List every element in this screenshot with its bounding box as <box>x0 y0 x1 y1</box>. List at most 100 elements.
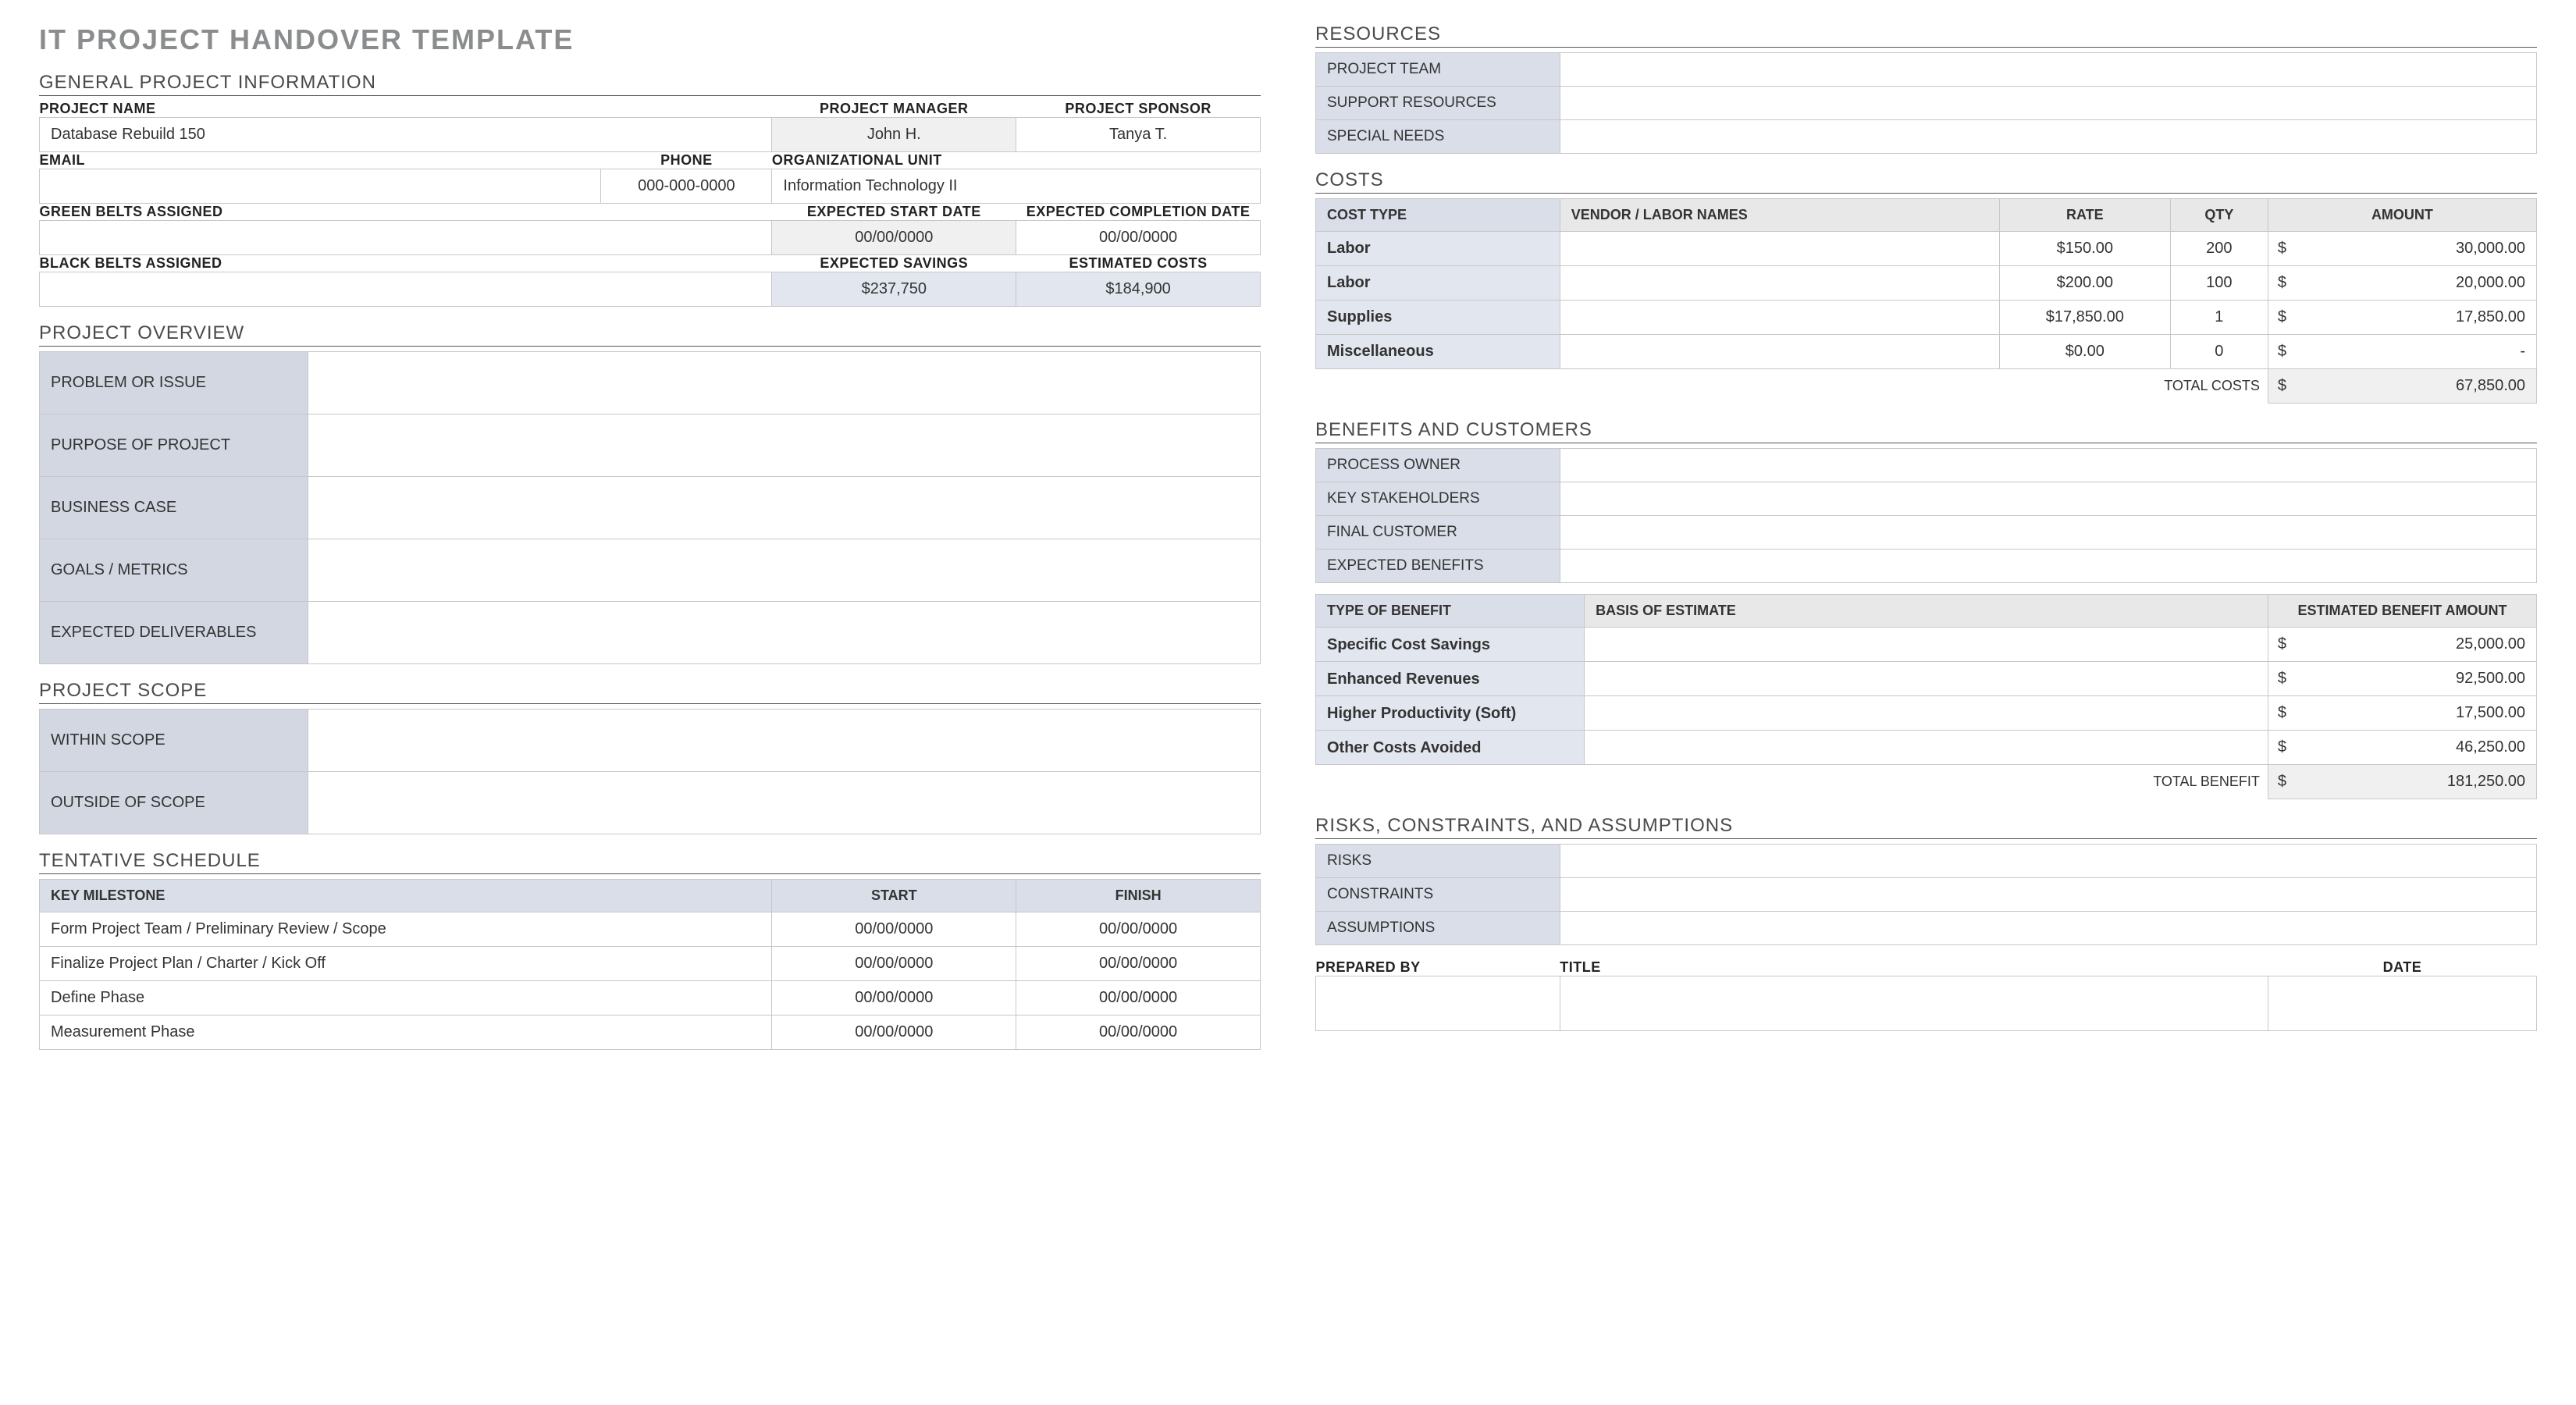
overview-row-value[interactable] <box>308 539 1261 602</box>
risks-row-value[interactable] <box>1560 878 2536 912</box>
overview-row-value[interactable] <box>308 477 1261 539</box>
cost-qty[interactable]: 1 <box>2170 301 2268 335</box>
value-est-costs[interactable]: $184,900 <box>1016 272 1261 307</box>
value-exp-start[interactable]: 00/00/0000 <box>772 221 1016 255</box>
benefit-amount[interactable]: $46,250.00 <box>2268 731 2536 765</box>
cost-rate[interactable]: $150.00 <box>1999 232 2170 266</box>
value-date[interactable] <box>2268 976 2536 1031</box>
benefits-cust-value[interactable] <box>1560 482 2536 516</box>
benefit-basis[interactable] <box>1585 731 2268 765</box>
schedule-finish[interactable]: 00/00/0000 <box>1016 981 1261 1016</box>
cost-type[interactable]: Labor <box>1316 266 1560 301</box>
overview-table: PROBLEM OR ISSUE PURPOSE OF PROJECT BUSI… <box>39 351 1261 664</box>
label-org-unit: ORGANIZATIONAL UNIT <box>772 152 1261 169</box>
benefits-hdr-amount: ESTIMATED BENEFIT AMOUNT <box>2268 595 2536 628</box>
label-est-costs: ESTIMATED COSTS <box>1016 255 1261 272</box>
schedule-milestone[interactable]: Define Phase <box>40 981 772 1016</box>
cost-vendor[interactable] <box>1560 266 1999 301</box>
cost-vendor[interactable] <box>1560 301 1999 335</box>
benefit-amount[interactable]: $17,500.00 <box>2268 696 2536 731</box>
benefit-type[interactable]: Other Costs Avoided <box>1316 731 1585 765</box>
costs-total-label: TOTAL COSTS <box>1316 369 2268 404</box>
costs-hdr-vendor: VENDOR / LABOR NAMES <box>1560 199 1999 232</box>
scope-row-label: WITHIN SCOPE <box>40 710 308 772</box>
resources-row-value[interactable] <box>1560 53 2536 87</box>
overview-row-label: PURPOSE OF PROJECT <box>40 414 308 477</box>
benefit-basis[interactable] <box>1585 696 2268 731</box>
benefit-type[interactable]: Higher Productivity (Soft) <box>1316 696 1585 731</box>
overview-row-label: EXPECTED DELIVERABLES <box>40 602 308 664</box>
cost-rate[interactable]: $0.00 <box>1999 335 2170 369</box>
label-black-belts: BLACK BELTS ASSIGNED <box>40 255 772 272</box>
cost-amount[interactable]: $20,000.00 <box>2268 266 2536 301</box>
schedule-milestone[interactable]: Finalize Project Plan / Charter / Kick O… <box>40 947 772 981</box>
value-project-name[interactable]: Database Rebuild 150 <box>40 118 772 152</box>
schedule-start[interactable]: 00/00/0000 <box>772 912 1016 947</box>
label-exp-savings: EXPECTED SAVINGS <box>772 255 1016 272</box>
scope-row-value[interactable] <box>308 710 1261 772</box>
benefits-cust-value[interactable] <box>1560 550 2536 583</box>
risks-table: RISKS CONSTRAINTS ASSUMPTIONS <box>1315 844 2537 945</box>
schedule-start[interactable]: 00/00/0000 <box>772 1016 1016 1050</box>
cost-amount[interactable]: $30,000.00 <box>2268 232 2536 266</box>
value-prepared-by[interactable] <box>1316 976 1560 1031</box>
benefits-cust-label: EXPECTED BENEFITS <box>1316 550 1560 583</box>
value-exp-complete[interactable]: 00/00/0000 <box>1016 221 1261 255</box>
value-exp-savings[interactable]: $237,750 <box>772 272 1016 307</box>
cost-rate[interactable]: $17,850.00 <box>1999 301 2170 335</box>
overview-row-label: BUSINESS CASE <box>40 477 308 539</box>
benefits-hdr-basis: BASIS OF ESTIMATE <box>1585 595 2268 628</box>
value-title[interactable] <box>1560 976 2268 1031</box>
schedule-start[interactable]: 00/00/0000 <box>772 981 1016 1016</box>
cost-amount[interactable]: $17,850.00 <box>2268 301 2536 335</box>
benefits-table: TYPE OF BENEFIT BASIS OF ESTIMATE ESTIMA… <box>1315 594 2537 799</box>
cost-qty[interactable]: 100 <box>2170 266 2268 301</box>
cost-type[interactable]: Miscellaneous <box>1316 335 1560 369</box>
cost-vendor[interactable] <box>1560 232 1999 266</box>
cost-qty[interactable]: 0 <box>2170 335 2268 369</box>
schedule-finish[interactable]: 00/00/0000 <box>1016 912 1261 947</box>
risks-row-value[interactable] <box>1560 912 2536 945</box>
benefit-type[interactable]: Specific Cost Savings <box>1316 628 1585 662</box>
benefit-type[interactable]: Enhanced Revenues <box>1316 662 1585 696</box>
risks-row-value[interactable] <box>1560 845 2536 878</box>
cost-vendor[interactable] <box>1560 335 1999 369</box>
label-project-sponsor: PROJECT SPONSOR <box>1016 101 1261 118</box>
value-phone[interactable]: 000-000-0000 <box>601 169 772 204</box>
benefits-cust-value[interactable] <box>1560 449 2536 482</box>
resources-row-label: SPECIAL NEEDS <box>1316 120 1560 154</box>
benefits-cust-table: PROCESS OWNER KEY STAKEHOLDERS FINAL CUS… <box>1315 448 2537 583</box>
general-table: PROJECT NAME PROJECT MANAGER PROJECT SPO… <box>39 101 1261 307</box>
section-costs: COSTS <box>1315 169 2537 194</box>
value-email[interactable] <box>40 169 601 204</box>
benefits-total-value: $181,250.00 <box>2268 765 2536 799</box>
schedule-start[interactable]: 00/00/0000 <box>772 947 1016 981</box>
resources-row-label: PROJECT TEAM <box>1316 53 1560 87</box>
value-org-unit[interactable]: Information Technology II <box>772 169 1261 204</box>
benefit-amount[interactable]: $25,000.00 <box>2268 628 2536 662</box>
cost-qty[interactable]: 200 <box>2170 232 2268 266</box>
signoff-table: PREPARED BY TITLE DATE <box>1315 959 2537 1031</box>
value-black-belts[interactable] <box>40 272 772 307</box>
cost-rate[interactable]: $200.00 <box>1999 266 2170 301</box>
value-green-belts[interactable] <box>40 221 772 255</box>
value-project-sponsor[interactable]: Tanya T. <box>1016 118 1261 152</box>
resources-row-value[interactable] <box>1560 87 2536 120</box>
overview-row-value[interactable] <box>308 414 1261 477</box>
schedule-milestone[interactable]: Form Project Team / Preliminary Review /… <box>40 912 772 947</box>
benefit-basis[interactable] <box>1585 628 2268 662</box>
benefit-basis[interactable] <box>1585 662 2268 696</box>
benefits-cust-value[interactable] <box>1560 516 2536 550</box>
schedule-finish[interactable]: 00/00/0000 <box>1016 947 1261 981</box>
schedule-finish[interactable]: 00/00/0000 <box>1016 1016 1261 1050</box>
overview-row-value[interactable] <box>308 602 1261 664</box>
cost-type[interactable]: Labor <box>1316 232 1560 266</box>
schedule-milestone[interactable]: Measurement Phase <box>40 1016 772 1050</box>
cost-amount[interactable]: $- <box>2268 335 2536 369</box>
cost-type[interactable]: Supplies <box>1316 301 1560 335</box>
value-project-manager[interactable]: John H. <box>772 118 1016 152</box>
benefit-amount[interactable]: $92,500.00 <box>2268 662 2536 696</box>
resources-row-value[interactable] <box>1560 120 2536 154</box>
scope-row-value[interactable] <box>308 772 1261 834</box>
overview-row-value[interactable] <box>308 352 1261 414</box>
